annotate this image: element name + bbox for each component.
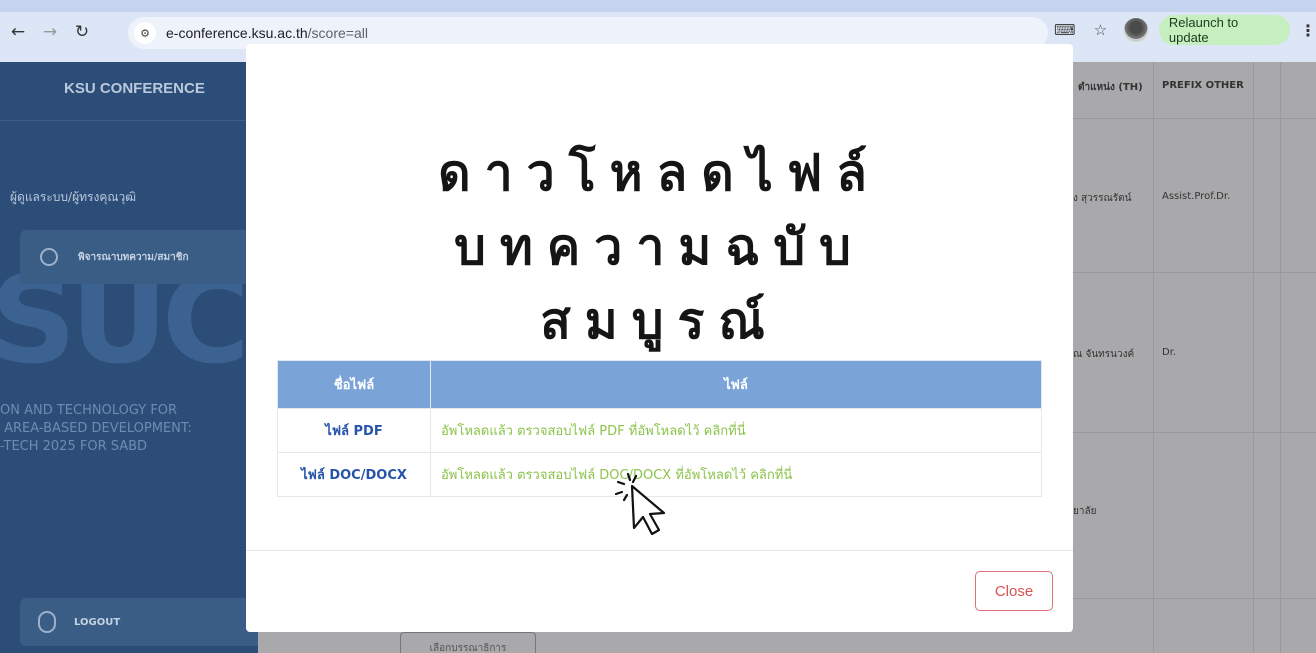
sidebar-divider — [0, 120, 258, 121]
translate-icon[interactable]: ⌨ — [1052, 17, 1078, 43]
file-name-pdf: ไฟล์ PDF — [277, 408, 431, 453]
sidebar-item-label: พิจารณาบทความ/สมาชิก — [78, 251, 189, 263]
table-header-cell: ตำแหน่ง (TH) — [1078, 82, 1143, 93]
table-divider — [1280, 62, 1281, 653]
table-cell: ยาลัย — [1073, 506, 1097, 517]
reload-icon[interactable]: ↻ — [68, 18, 96, 46]
relaunch-button[interactable]: Relaunch to update — [1158, 15, 1290, 45]
table-row-line — [1072, 272, 1316, 273]
table-cell: Assist.Prof.Dr. — [1162, 191, 1231, 202]
select-editor-button[interactable]: เลือกบรรณาธิการ — [400, 632, 536, 653]
url-domain: e-conference.ksu.ac.th — [166, 25, 308, 41]
logout-label: LOGOUT — [74, 616, 121, 628]
site-settings-icon[interactable]: ⚙ — [134, 22, 156, 44]
tab-strip — [0, 0, 1316, 12]
table-cell: Dr. — [1162, 347, 1177, 358]
browser-right-tools: ⌨ ☆ Relaunch to update ⋮ — [1052, 15, 1316, 45]
background-footer — [258, 632, 1072, 653]
url-path: /score=all — [307, 25, 368, 41]
modal-title: ดาวโหลดไฟล์ บทความฉบับ สมบูรณ์ — [246, 136, 1073, 358]
table-row-line — [1072, 432, 1316, 433]
avatar-image — [1124, 18, 1149, 42]
table-divider — [1153, 62, 1154, 653]
table-row: ไฟล์ PDF อัพโหลดแล้ว ตรวจสอบไฟล์ PDF ที่… — [277, 408, 1042, 453]
user-icon — [40, 248, 58, 266]
sidebar-section-title: ผู้ดูแลระบบ/ผู้ทรงคุณวุฒิ — [10, 190, 137, 204]
modal-title-line: บทความฉบับ — [454, 218, 865, 276]
table-row-line — [1072, 598, 1316, 599]
file-name-doc: ไฟล์ DOC/DOCX — [277, 452, 431, 497]
back-icon[interactable]: ← — [4, 18, 32, 46]
table-header-row: ชื่อไฟล์ ไฟล์ — [277, 360, 1042, 409]
table-cell: ง สุวรรณรัตน์ — [1073, 193, 1132, 204]
table-divider — [1253, 62, 1254, 653]
logout-icon — [38, 611, 56, 633]
forward-icon[interactable]: → — [36, 18, 64, 46]
sidebar-item-logout[interactable]: LOGOUT — [20, 598, 258, 646]
sidebar-conference-text: ON AND TECHNOLOGY FOR AREA-BASED DEVELOP… — [0, 403, 192, 454]
sidebar-brand: KSU CONFERENCE — [64, 80, 205, 97]
click-cursor-icon — [614, 472, 666, 536]
more-menu-icon[interactable]: ⋮ — [1300, 21, 1316, 40]
modal-title-line: ดาวโหลดไฟล์ — [438, 144, 881, 202]
profile-avatar[interactable] — [1123, 17, 1149, 43]
doc-file-link[interactable]: อัพโหลดแล้ว ตรวจสอบไฟล์ DOC/DOCX ที่อัพโ… — [430, 452, 1042, 497]
sidebar: SUC KSU CONFERENCE ผู้ดูแลระบบ/ผู้ทรงคุณ… — [0, 62, 258, 653]
sidebar-item-review[interactable]: พิจารณาบทความ/สมาชิก — [20, 230, 258, 284]
file-header: ไฟล์ — [430, 360, 1042, 409]
file-name-header: ชื่อไฟล์ — [277, 360, 431, 409]
bookmark-star-icon[interactable]: ☆ — [1088, 17, 1114, 43]
pdf-file-link[interactable]: อัพโหลดแล้ว ตรวจสอบไฟล์ PDF ที่อัพโหลดไว… — [430, 408, 1042, 453]
close-button[interactable]: Close — [975, 571, 1053, 611]
modal-title-line: สมบูรณ์ — [540, 292, 779, 350]
url-text: e-conference.ksu.ac.th/score=all — [166, 25, 368, 41]
table-header-cell: PREFIX OTHER — [1162, 80, 1244, 91]
table-cell: ณ จันทรนวงค์ — [1073, 349, 1135, 360]
table-row-line — [1072, 118, 1316, 119]
modal-footer-divider — [246, 550, 1073, 551]
